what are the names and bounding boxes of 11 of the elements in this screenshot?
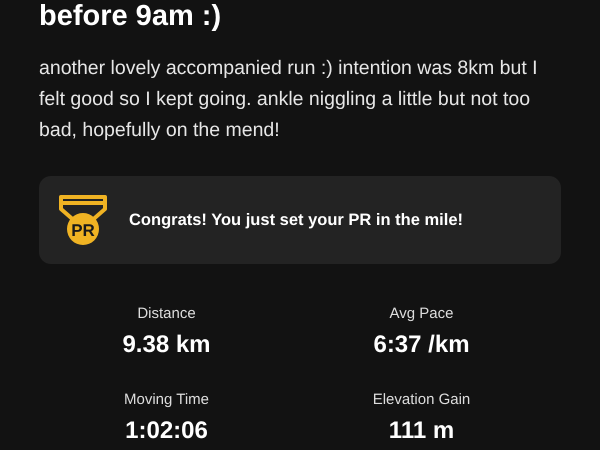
stat-label: Distance [137, 304, 196, 324]
activity-title: before 9am :) [39, 0, 222, 34]
stat-label: Avg Pace [390, 304, 454, 324]
stat-label: Moving Time [124, 390, 210, 410]
stat-label: Elevation Gain [372, 390, 470, 410]
activity-description: another lovely accompanied run :) intention was 8km but I felt good so I kept going. ankle niggling a little but not too bad, hopefully on the mend! [39, 56, 539, 143]
stat-value: 111 m [388, 416, 454, 446]
stat-value: 1:02:06 [125, 416, 208, 446]
stat-value: 6:37 /km [373, 330, 470, 360]
stat-value: 9.38 km [122, 330, 211, 360]
achievement-message: Congrats! You just set your PR in the mile! [129, 210, 464, 230]
